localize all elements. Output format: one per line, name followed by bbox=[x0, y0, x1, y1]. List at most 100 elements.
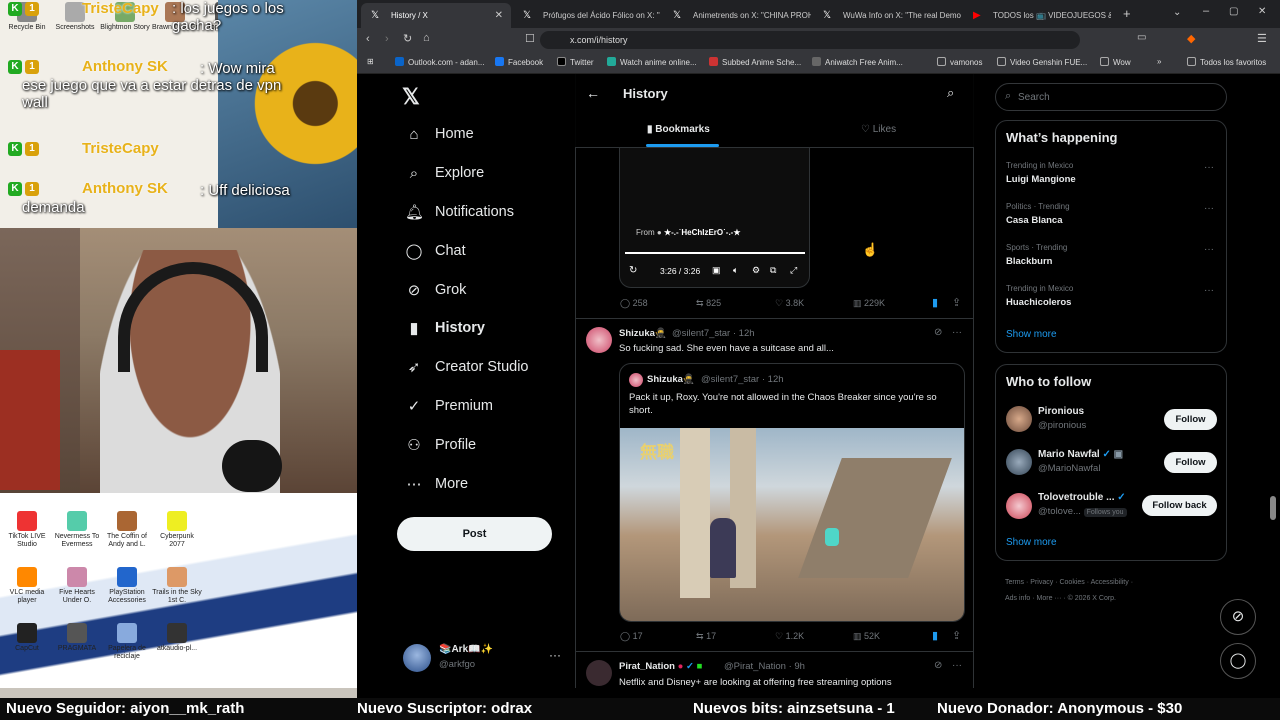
desktop-icon[interactable]: PlayStation Accessories bbox=[102, 567, 152, 605]
search-icon[interactable]: ⌕ bbox=[947, 85, 954, 101]
desktop-icon[interactable]: CapCut bbox=[2, 623, 52, 653]
share-icon[interactable]: ⇪ bbox=[952, 629, 961, 642]
nav-creator-studio[interactable]: ➶ Creator Studio bbox=[405, 352, 529, 382]
nav-grok[interactable]: ⊘ Grok bbox=[405, 275, 467, 305]
nav-more[interactable]: ⋯ More bbox=[405, 469, 469, 499]
reload-icon[interactable]: ↻ bbox=[403, 32, 412, 45]
desktop-icon[interactable]: atkaudio-pl... bbox=[152, 623, 202, 653]
nav-notifications[interactable]: 🔔︎ Notifications bbox=[405, 197, 514, 227]
tweet-author-handle[interactable]: @Pirat_Nation · 9h bbox=[724, 661, 805, 672]
tab-likes[interactable]: ♡ Likes bbox=[805, 114, 974, 148]
grok-icon[interactable]: ⊘ bbox=[934, 660, 942, 671]
nav-explore[interactable]: ⌕ Explore bbox=[405, 158, 484, 188]
messages-button[interactable]: ◯ bbox=[1220, 643, 1256, 679]
more-options-icon[interactable]: ··· bbox=[952, 327, 962, 338]
desktop-icon[interactable]: PRAGMATA bbox=[52, 623, 102, 653]
reply-action[interactable]: ◯ 17 bbox=[620, 631, 643, 642]
search-input[interactable]: ⌕ Search bbox=[995, 83, 1227, 111]
desktop-icon[interactable]: Cyberpunk 2077 bbox=[152, 511, 202, 549]
menu-icon[interactable]: ☰ bbox=[1257, 32, 1267, 45]
more-options-icon[interactable]: ··· bbox=[952, 660, 962, 671]
captions-icon[interactable]: ▣ bbox=[712, 265, 721, 276]
suggested-user-name[interactable]: Mario Nawfal ✓ ▣ bbox=[1038, 449, 1123, 460]
desktop-icon[interactable]: VLC media player bbox=[2, 567, 52, 605]
bookmark-aniwatch[interactable]: Aniwatch Free Anim... bbox=[812, 57, 903, 67]
video-player[interactable]: From ● ★-.-˙HeChIzErO˙-.-★ ↻ 3:26 / 3:26… bbox=[619, 148, 810, 288]
suggested-user-name[interactable]: Pironious bbox=[1038, 406, 1084, 417]
like-action[interactable]: ♡ 1.2K bbox=[775, 631, 804, 642]
nav-chat[interactable]: ◯ Chat bbox=[405, 236, 466, 266]
footer-link-privacy[interactable]: Privacy bbox=[1030, 579, 1053, 586]
bookmark-filled-icon[interactable]: ▮ bbox=[932, 629, 938, 642]
cast-icon[interactable]: ▭ bbox=[1137, 32, 1146, 43]
nav-profile[interactable]: ⚇ Profile bbox=[405, 430, 476, 460]
bookmark-facebook[interactable]: Facebook bbox=[495, 57, 543, 67]
bookmark-twitter[interactable]: Twitter bbox=[557, 57, 594, 67]
footer-link-accessibility[interactable]: Accessibility bbox=[1091, 579, 1129, 586]
replay-icon[interactable]: ↻ bbox=[629, 265, 637, 276]
bookmark-page-icon[interactable]: ☐ bbox=[525, 32, 535, 45]
video-progress-bar[interactable] bbox=[625, 252, 805, 254]
footer-link-terms[interactable]: Terms bbox=[1005, 579, 1024, 586]
bookmark-filled-icon[interactable]: ▮ bbox=[932, 296, 938, 309]
forward-icon[interactable]: › bbox=[385, 33, 389, 45]
close-tab-icon[interactable]: ✕ bbox=[495, 10, 503, 21]
reply-action[interactable]: ◯ 258 bbox=[620, 298, 648, 309]
tab-history[interactable]: 𝕏 History / X ✕ bbox=[361, 3, 511, 28]
tweet-author-handle[interactable]: @silent7_star · 12h bbox=[672, 328, 755, 339]
show-more-link[interactable]: Show more bbox=[1006, 329, 1057, 340]
minimize-icon[interactable]: – bbox=[1203, 5, 1209, 17]
tab-prófugos[interactable]: 𝕏 Prófugos del Ácido Fólico on X: " bbox=[513, 3, 661, 28]
apps-icon[interactable]: ⊞ bbox=[367, 57, 374, 66]
bookmark-subbed-anime[interactable]: Subbed Anime Sche... bbox=[709, 57, 801, 67]
url-field[interactable]: x.com/i/history bbox=[540, 31, 1080, 49]
views-action[interactable]: ▥ 229K bbox=[853, 298, 885, 309]
desktop-icon[interactable]: Trails in the Sky 1st C. bbox=[152, 567, 202, 605]
grok-icon[interactable]: ⊘ bbox=[934, 327, 942, 338]
volume-icon[interactable]: 🔈︎ bbox=[733, 265, 738, 276]
x-logo-icon[interactable]: 𝕏 bbox=[402, 84, 420, 110]
new-tab-icon[interactable]: + bbox=[1123, 6, 1131, 21]
bookmark-folder-genshin[interactable]: Video Genshin FUE... bbox=[997, 57, 1087, 67]
tab-youtube[interactable]: ▶ TODOS los 📺 VIDEOJUEGOS & bbox=[963, 3, 1111, 28]
nav-premium[interactable]: ✓ Premium bbox=[405, 391, 493, 421]
like-action[interactable]: ♡ 3.8K bbox=[775, 298, 804, 309]
tab-wuwa-info[interactable]: 𝕏 WuWa Info on X: "The real Demo bbox=[813, 3, 961, 28]
maximize-icon[interactable]: ▢ bbox=[1229, 6, 1238, 17]
more-bookmarks-icon[interactable]: » bbox=[1157, 57, 1161, 66]
grok-button[interactable]: ⊘ bbox=[1220, 599, 1256, 635]
tab-animetrends[interactable]: 𝕏 Animetrends on X: "CHINA PROH bbox=[663, 3, 811, 28]
repost-action[interactable]: ⇆ 825 bbox=[696, 298, 721, 309]
back-arrow-icon[interactable]: ← bbox=[586, 85, 600, 101]
post-button[interactable]: Post bbox=[397, 517, 552, 551]
account-switcher[interactable]: 📚Ark📖✨ @arkfgo ··· bbox=[403, 642, 573, 676]
avatar[interactable] bbox=[586, 660, 612, 686]
bookmark-folder-vamonos[interactable]: vamonos bbox=[937, 57, 982, 67]
views-action[interactable]: ▥ 52K bbox=[853, 631, 880, 642]
nav-home[interactable]: ⌂ Home bbox=[405, 119, 473, 149]
suggested-user-name[interactable]: Tolovetrouble ... ✓ bbox=[1038, 492, 1126, 503]
bookmark-folder-wow[interactable]: Wow bbox=[1100, 57, 1131, 67]
follow-button[interactable]: Follow bbox=[1164, 409, 1217, 430]
show-more-link[interactable]: Show more bbox=[1006, 537, 1057, 548]
avatar[interactable] bbox=[1006, 449, 1032, 475]
repost-action[interactable]: ⇆ 17 bbox=[696, 631, 716, 642]
bookmark-outlook[interactable]: Outlook.com - adan... bbox=[395, 57, 484, 67]
desktop-icon[interactable]: Papelera de reciclaje bbox=[102, 623, 152, 661]
fullscreen-icon[interactable]: ⤢ bbox=[790, 265, 797, 276]
footer-link-more[interactable]: More ··· bbox=[1037, 595, 1062, 602]
bookmark-all-favorites[interactable]: Todos los favoritos bbox=[1187, 57, 1266, 67]
game-screenshot-image[interactable]: 無職 bbox=[620, 428, 964, 621]
desktop-icon[interactable]: Nevermess To Evermess bbox=[52, 511, 102, 549]
footer-link-cookies[interactable]: Cookies bbox=[1059, 579, 1084, 586]
follow-back-button[interactable]: Follow back bbox=[1142, 495, 1217, 516]
quote-tweet[interactable]: Shizuka🥷 @silent7_star · 12h Pack it up,… bbox=[619, 363, 965, 622]
desktop-icon[interactable]: TikTok LIVE Studio bbox=[2, 511, 52, 549]
footer-link-ads-info[interactable]: Ads info bbox=[1005, 595, 1030, 602]
avatar[interactable] bbox=[586, 327, 612, 353]
more-options-icon[interactable]: ··· bbox=[549, 648, 561, 662]
desktop-icon[interactable]: Five Hearts Under O. bbox=[52, 567, 102, 605]
bookmark-watch-anime[interactable]: Watch anime online... bbox=[607, 57, 697, 67]
tweet-author-name[interactable]: Pirat_Nation ● ✓ ■ bbox=[619, 661, 702, 672]
avatar[interactable] bbox=[1006, 406, 1032, 432]
